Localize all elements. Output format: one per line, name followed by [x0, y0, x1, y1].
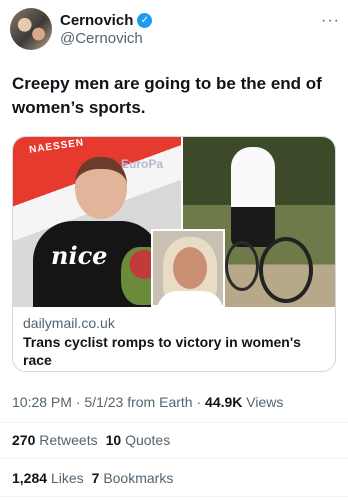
likes-count: 1,284	[12, 470, 48, 486]
jersey-text: nice	[51, 241, 108, 270]
divider	[0, 422, 348, 423]
stats-row-likes: 1,284 Likes 7 Bookmarks	[12, 470, 173, 486]
rider-head	[75, 157, 127, 219]
likes-stat[interactable]: 1,284 Likes	[12, 470, 84, 486]
verified-badge-icon: ✓	[137, 13, 153, 28]
tweet-time[interactable]: 10:28 PM	[12, 394, 72, 410]
inset-portrait	[151, 229, 225, 307]
bike-wheel-front	[259, 237, 313, 303]
card-image[interactable]: NAESSEN EuroPa nice	[13, 137, 335, 307]
retweets-stat[interactable]: 270 Retweets	[12, 432, 98, 448]
tweet-date[interactable]: 5/1/23	[84, 394, 123, 410]
views-count: 44.9K	[205, 394, 243, 410]
tweet-source: from Earth	[127, 394, 193, 410]
stats-row-retweets: 270 Retweets 10 Quotes	[12, 432, 170, 448]
bookmarks-count: 7	[91, 470, 100, 486]
card-domain: dailymail.co.uk	[23, 315, 115, 331]
divider	[0, 496, 348, 497]
likes-label: Likes	[50, 470, 84, 486]
divider	[0, 458, 348, 459]
quotes-count: 10	[105, 432, 122, 448]
card-title[interactable]: Trans cyclist romps to victory in women'…	[23, 333, 323, 369]
bike-wheel-rear	[225, 241, 259, 291]
cyclist-figure	[231, 147, 275, 247]
retweets-count: 270	[12, 432, 36, 448]
inset-shirt	[157, 291, 223, 305]
tweet-header: Cernovich ✓ @Cernovich ···	[10, 8, 340, 52]
avatar[interactable]	[10, 8, 52, 50]
name-row: Cernovich ✓	[60, 12, 153, 29]
more-icon[interactable]: ···	[321, 12, 340, 30]
views-label: Views	[246, 394, 284, 410]
banner-text-secondary: EuroPa	[121, 157, 164, 171]
inset-face	[173, 247, 207, 289]
bookmarks-label: Bookmarks	[103, 470, 174, 486]
tweet-meta: 10:28 PM · 5/1/23 from Earth · 44.9K Vie…	[12, 394, 284, 410]
quotes-stat[interactable]: 10 Quotes	[106, 432, 171, 448]
tweet-text: Creepy men are going to be the end of wo…	[12, 74, 322, 117]
retweets-label: Retweets	[39, 432, 98, 448]
display-name[interactable]: Cernovich	[60, 12, 133, 29]
quotes-label: Quotes	[125, 432, 171, 448]
link-card[interactable]: NAESSEN EuroPa nice dailymail.co.uk Tran…	[12, 136, 336, 372]
bookmarks-stat[interactable]: 7 Bookmarks	[92, 470, 174, 486]
handle[interactable]: @Cernovich	[60, 30, 143, 47]
